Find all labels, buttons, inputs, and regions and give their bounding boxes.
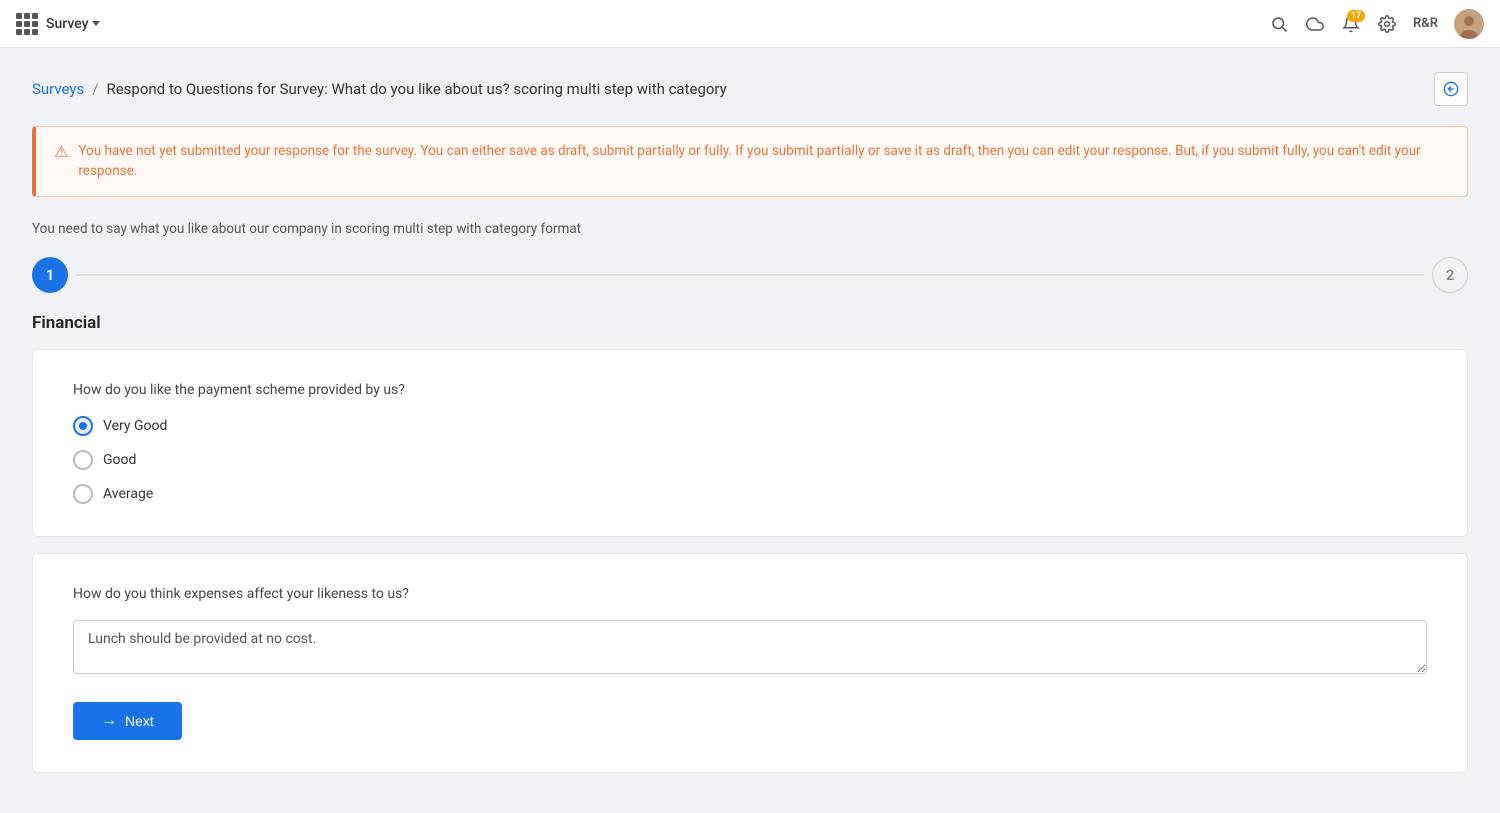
radio-group-q1: Very Good Good Average [73,416,1427,504]
next-button-label: Next [125,713,154,729]
app-name[interactable]: Survey [46,16,100,32]
settings-icon[interactable] [1377,14,1397,34]
question-2-card: How do you think expenses affect your li… [32,553,1468,773]
section-title: Financial [32,313,1468,333]
cloud-icon[interactable] [1305,14,1325,34]
main-content: Surveys / Respond to Questions for Surve… [0,48,1500,813]
radio-option-very-good[interactable]: Very Good [73,416,1427,436]
radio-label-average: Average [103,486,153,502]
grid-icon[interactable] [16,13,38,35]
chevron-down-icon [92,21,100,26]
survey-description: You need to say what you like about our … [32,221,1468,237]
radio-label-very-good: Very Good [103,418,167,434]
next-button[interactable]: → Next [73,702,182,740]
breadcrumb-separator: / [92,80,98,98]
warning-icon: ⚠ [54,142,68,161]
user-initials[interactable]: R&R [1413,16,1438,31]
radio-option-average[interactable]: Average [73,484,1427,504]
topbar-left: Survey [16,13,100,35]
topbar: Survey 17 R&R [0,0,1500,48]
notification-icon[interactable]: 17 [1341,14,1361,34]
step-2-circle[interactable]: 2 [1432,257,1468,293]
next-arrow-icon: → [101,712,117,730]
radio-label-good: Good [103,452,136,468]
notification-badge: 17 [1347,10,1365,22]
breadcrumb: Surveys / Respond to Questions for Surve… [32,72,1468,106]
radio-option-good[interactable]: Good [73,450,1427,470]
action-button[interactable] [1434,72,1468,106]
step-line [76,274,1424,276]
step-1-circle[interactable]: 1 [32,257,68,293]
question-1-label: How do you like the payment scheme provi… [73,382,1427,398]
breadcrumb-surveys-link[interactable]: Surveys [32,80,84,98]
warning-banner: ⚠ You have not yet submitted your respon… [32,126,1468,197]
app-name-label: Survey [46,16,88,32]
warning-text: You have not yet submitted your response… [78,141,1449,182]
question-1-card: How do you like the payment scheme provi… [32,349,1468,537]
breadcrumb-current-page: Respond to Questions for Survey: What do… [106,80,726,98]
question-2-textarea[interactable]: Lunch should be provided at no cost. [73,620,1427,674]
topbar-right: 17 R&R [1269,9,1484,39]
radio-circle-good [73,450,93,470]
search-icon[interactable] [1269,14,1289,34]
radio-circle-average [73,484,93,504]
question-2-label: How do you think expenses affect your li… [73,586,1427,602]
user-avatar[interactable] [1454,9,1484,39]
step-indicator: 1 2 [32,257,1468,293]
radio-circle-very-good [73,416,93,436]
